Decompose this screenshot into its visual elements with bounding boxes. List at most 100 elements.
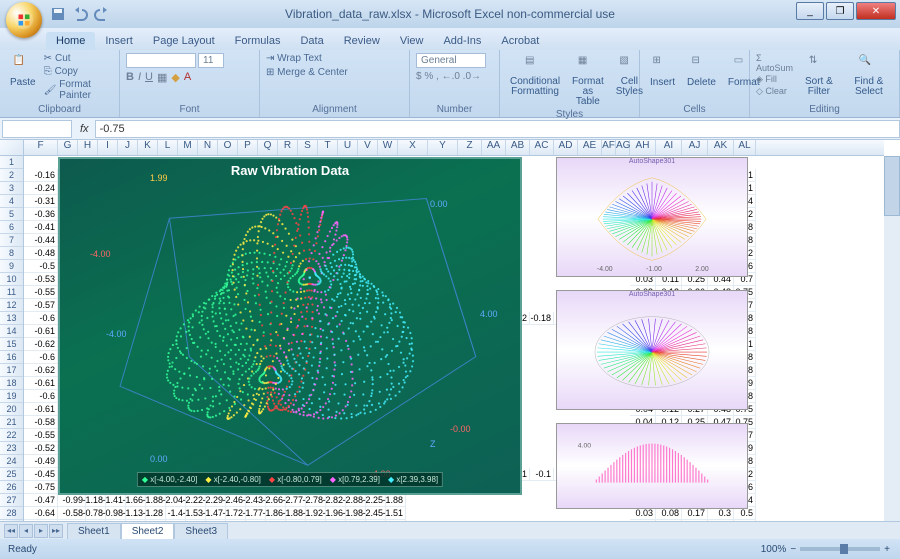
row-header[interactable]: 10 [0,273,23,286]
row-header[interactable]: 13 [0,312,23,325]
row-header[interactable]: 26 [0,481,23,494]
cell[interactable]: -0.16 [24,169,58,182]
row-header[interactable]: 7 [0,234,23,247]
column-header[interactable]: R [278,140,298,155]
column-header[interactable]: I [98,140,118,155]
row-header[interactable]: 17 [0,364,23,377]
cell[interactable]: -0.61 [24,403,58,416]
column-header[interactable]: AB [506,140,530,155]
column-header[interactable]: G [58,140,78,155]
column-header[interactable]: S [298,140,318,155]
sheet-nav-first[interactable]: ◂◂ [4,524,18,538]
column-header[interactable]: P [238,140,258,155]
row-header[interactable]: 27 [0,494,23,507]
vertical-scrollbar[interactable] [884,156,900,521]
office-button[interactable] [6,2,42,38]
column-header[interactable]: J [118,140,138,155]
fx-icon[interactable]: fx [74,123,95,135]
cell[interactable]: -0.64 [24,507,58,520]
column-header[interactable]: AL [734,140,756,155]
cell[interactable]: -0.75 [24,481,58,494]
sort-filter-button[interactable]: ⇅Sort & Filter [797,53,841,99]
row-header[interactable]: 1 [0,156,23,169]
format-painter-button[interactable]: 🖌 Format Painter [44,79,113,101]
column-header[interactable]: U [338,140,358,155]
column-header[interactable]: X [398,140,428,155]
sheet-nav-next[interactable]: ▸ [34,524,48,538]
cell[interactable]: -0.55 [24,286,58,299]
row-header[interactable]: 21 [0,416,23,429]
row-header[interactable]: 3 [0,182,23,195]
sheet-nav-prev[interactable]: ◂ [19,524,33,538]
border-button[interactable]: ▦ [157,71,167,84]
row-header[interactable]: 11 [0,286,23,299]
column-header[interactable]: AH [630,140,656,155]
cell[interactable]: -0.5 [24,260,58,273]
column-header[interactable]: Q [258,140,278,155]
cell[interactable]: -0.55 [24,429,58,442]
mini-chart-2[interactable]: AutoShape301 [556,290,748,410]
column-header[interactable]: W [378,140,398,155]
close-button[interactable]: ✕ [856,2,896,20]
tab-acrobat[interactable]: Acrobat [491,32,549,50]
main-3d-scatter-chart[interactable]: Raw Vibration Data 1.99 -4.00 0.00 -4.00… [58,157,522,495]
cell[interactable]: -0.31 [24,195,58,208]
row-header[interactable]: 15 [0,338,23,351]
formula-input[interactable] [95,120,900,138]
row-header[interactable]: 5 [0,208,23,221]
column-header[interactable]: Z [458,140,482,155]
row-header[interactable]: 18 [0,377,23,390]
cell[interactable]: -0.57 [24,299,58,312]
column-header[interactable]: AE [578,140,602,155]
cell[interactable]: -0.61 [24,377,58,390]
bold-button[interactable]: B [126,71,134,84]
cell[interactable]: -0.36 [24,208,58,221]
column-header[interactable]: K [138,140,158,155]
column-header[interactable]: AA [482,140,506,155]
cell[interactable]: -0.62 [24,364,58,377]
column-header[interactable]: AI [656,140,682,155]
cell[interactable]: -0.41 [24,221,58,234]
column-header[interactable]: AF [602,140,616,155]
tab-home[interactable]: Home [46,32,95,50]
cell[interactable]: -0.1 [530,468,554,481]
row-header[interactable]: 12 [0,299,23,312]
column-header[interactable]: AJ [682,140,708,155]
row-header[interactable]: 28 [0,507,23,520]
cell[interactable]: -0.58 [24,416,58,429]
autosum-button[interactable]: Σ AutoSum [756,53,793,73]
sheet-tab-3[interactable]: Sheet3 [174,523,228,539]
insert-cells-button[interactable]: ⊞Insert [646,53,679,90]
cell[interactable]: -0.53 [24,273,58,286]
row-header[interactable]: 22 [0,429,23,442]
cell[interactable]: -0.24 [24,182,58,195]
tab-insert[interactable]: Insert [95,32,143,50]
cell[interactable]: -0.61 [24,325,58,338]
cell[interactable]: -0.6 [24,390,58,403]
paste-button[interactable]: 📋Paste [6,53,40,90]
column-header[interactable]: AK [708,140,734,155]
cell[interactable]: -0.48 [24,247,58,260]
column-header[interactable]: Y [428,140,458,155]
cell[interactable]: -0.47 [24,494,58,507]
column-header[interactable]: AD [554,140,578,155]
cell[interactable]: -0.44 [24,234,58,247]
row-header[interactable]: 2 [0,169,23,182]
sheet-tab-1[interactable]: Sheet1 [67,523,121,539]
cell[interactable]: -0.52 [24,442,58,455]
redo-icon[interactable] [94,6,110,22]
row-header[interactable]: 25 [0,468,23,481]
fill-color-button[interactable]: ◆ [171,71,179,84]
column-header[interactable]: F [24,140,58,155]
column-header[interactable]: AC [530,140,554,155]
row-header[interactable]: 19 [0,390,23,403]
find-select-button[interactable]: 🔍Find & Select [845,53,893,99]
row-header[interactable]: 20 [0,403,23,416]
tab-formulas[interactable]: Formulas [225,32,291,50]
column-header[interactable]: L [158,140,178,155]
cell[interactable]: -1.51 [378,507,406,520]
cell[interactable]: -1.88 [378,494,406,507]
conditional-formatting-button[interactable]: ▤Conditional Formatting [506,53,564,99]
column-header[interactable]: M [178,140,198,155]
delete-cells-button[interactable]: ⊟Delete [683,53,720,90]
